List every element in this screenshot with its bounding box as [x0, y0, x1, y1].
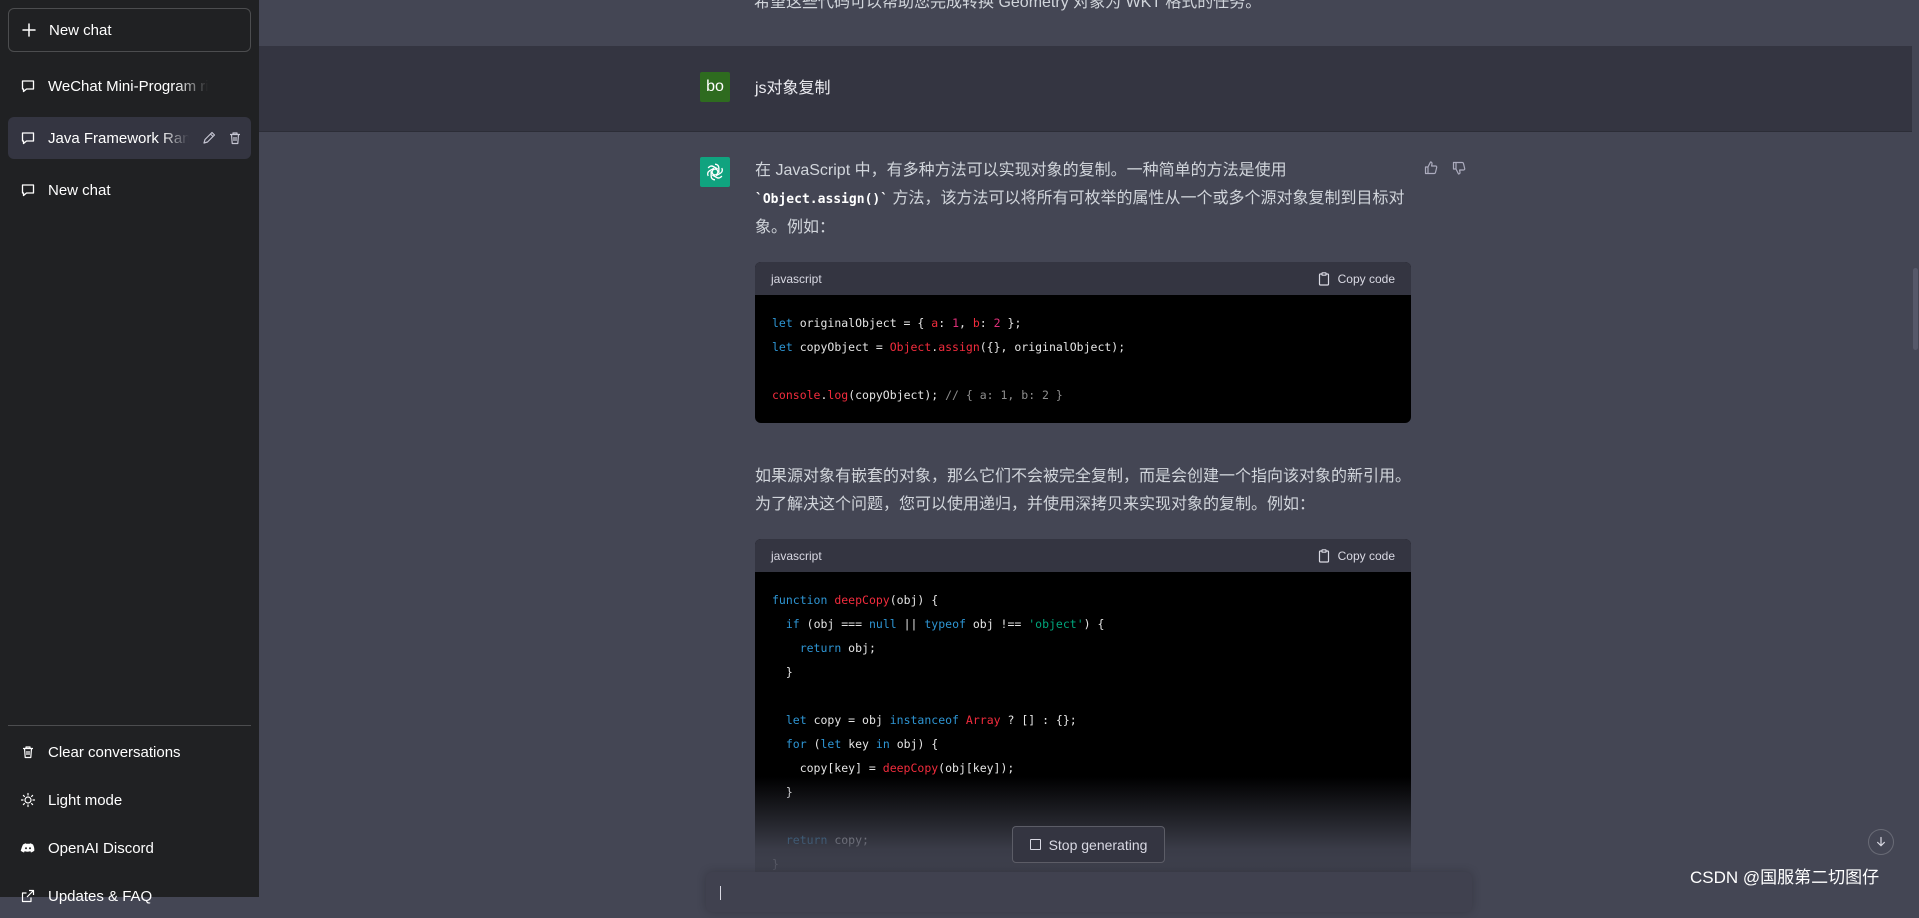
answer-text: 在 JavaScript 中，有多种方法可以实现对象的复制。一种简单的方法是使用: [755, 162, 1287, 179]
previous-answer-tail: 希望这些代码可以帮助您完成转换 Geometry 对象为 WKT 格式的任务。: [259, 0, 1912, 46]
code-block-header: javascript Copy code: [755, 539, 1411, 572]
answer-paragraph: 如果源对象有嵌套的对象，那么它们不会被完全复制，而是会创建一个指向该对象的新引用…: [755, 468, 1412, 513]
sidebar: New chat WeChat Mini-Program rich-t Java…: [0, 0, 259, 905]
trash-icon: [20, 744, 36, 760]
conversation-label: WeChat Mini-Program rich-t: [48, 77, 208, 95]
chat-bubble-icon: [20, 182, 36, 198]
feedback-actions: [1451, 160, 1467, 176]
new-chat-button[interactable]: New chat: [8, 8, 251, 52]
code-block: javascript Copy code let originalObject …: [755, 262, 1411, 423]
copy-code-label: Copy code: [1337, 548, 1395, 563]
conversation-label: Java Framework Rankings: [48, 129, 189, 147]
chat-main: 希望这些代码可以帮助您完成转换 Geometry 对象为 WKT 格式的任务。 …: [259, 0, 1919, 912]
stop-generating-button[interactable]: Stop generating: [1012, 826, 1165, 863]
copy-code-button[interactable]: Copy code: [1316, 542, 1395, 570]
code-language: javascript: [771, 271, 822, 286]
chat-bubble-icon: [20, 130, 36, 146]
discord-label: OpenAI Discord: [48, 839, 154, 857]
assistant-answer: 在 JavaScript 中，有多种方法可以实现对象的复制。一种简单的方法是使用…: [755, 157, 1411, 892]
inline-code: `Object.assign()`: [755, 192, 889, 207]
answer-paragraph: 在 JavaScript 中，有多种方法可以实现对象的复制。一种简单的方法是使用…: [755, 157, 1411, 242]
user-message: js对象复制: [755, 80, 831, 97]
conversation-label: New chat: [48, 181, 111, 199]
copy-code-label: Copy code: [1337, 271, 1395, 286]
conversation-item[interactable]: WeChat Mini-Program rich-t: [8, 65, 251, 107]
thumbs-down-icon[interactable]: [1451, 160, 1467, 176]
openai-logo-icon: [700, 157, 730, 187]
updates-faq-link[interactable]: Updates & FAQ: [8, 874, 251, 918]
clear-conversations-label: Clear conversations: [48, 743, 181, 761]
sun-icon: [20, 792, 36, 808]
clear-conversations-button[interactable]: Clear conversations: [8, 730, 251, 774]
scrollbar-thumb[interactable]: [1913, 268, 1918, 350]
code-language: javascript: [771, 548, 822, 563]
light-mode-label: Light mode: [48, 791, 123, 809]
feedback-actions: [1423, 160, 1439, 176]
plus-icon: [21, 22, 37, 38]
trash-icon[interactable]: [227, 130, 243, 146]
discord-icon: [20, 840, 36, 856]
new-chat-label: New chat: [49, 21, 112, 39]
external-link-icon: [20, 888, 36, 904]
code-content: let originalObject = { a: 1, b: 2 }; let…: [772, 316, 1126, 402]
arrow-down-icon: [1875, 836, 1887, 848]
user-avatar: bo: [700, 72, 730, 102]
copy-code-button[interactable]: Copy code: [1316, 265, 1395, 293]
updates-faq-label: Updates & FAQ: [48, 887, 153, 905]
code-block-header: javascript Copy code: [755, 262, 1411, 295]
light-mode-button[interactable]: Light mode: [8, 778, 251, 822]
scrollbar-track: [1912, 0, 1919, 897]
conversation-item-active[interactable]: Java Framework Rankings: [8, 117, 251, 159]
user-message-row: bo js对象复制: [259, 46, 1912, 132]
conversation-item[interactable]: New chat: [8, 169, 251, 211]
pencil-icon[interactable]: [201, 130, 217, 146]
sidebar-divider: [8, 725, 251, 726]
watermark: CSDN @国服第二切图仔: [1690, 868, 1880, 887]
stop-generating-label: Stop generating: [1048, 836, 1148, 853]
thumbs-up-icon[interactable]: [1423, 160, 1439, 176]
stop-square-icon: [1029, 839, 1041, 850]
scroll-to-bottom-button[interactable]: [1868, 829, 1894, 855]
message-input[interactable]: [706, 872, 1472, 912]
text-caret: [720, 886, 721, 900]
conversation-actions: [201, 130, 243, 146]
discord-link[interactable]: OpenAI Discord: [8, 826, 251, 870]
clipboard-icon: [1316, 271, 1332, 287]
previous-answer-text: 希望这些代码可以帮助您完成转换 Geometry 对象为 WKT 格式的任务。: [754, 0, 1262, 11]
chat-bubble-icon: [20, 78, 36, 94]
clipboard-icon: [1316, 548, 1332, 564]
